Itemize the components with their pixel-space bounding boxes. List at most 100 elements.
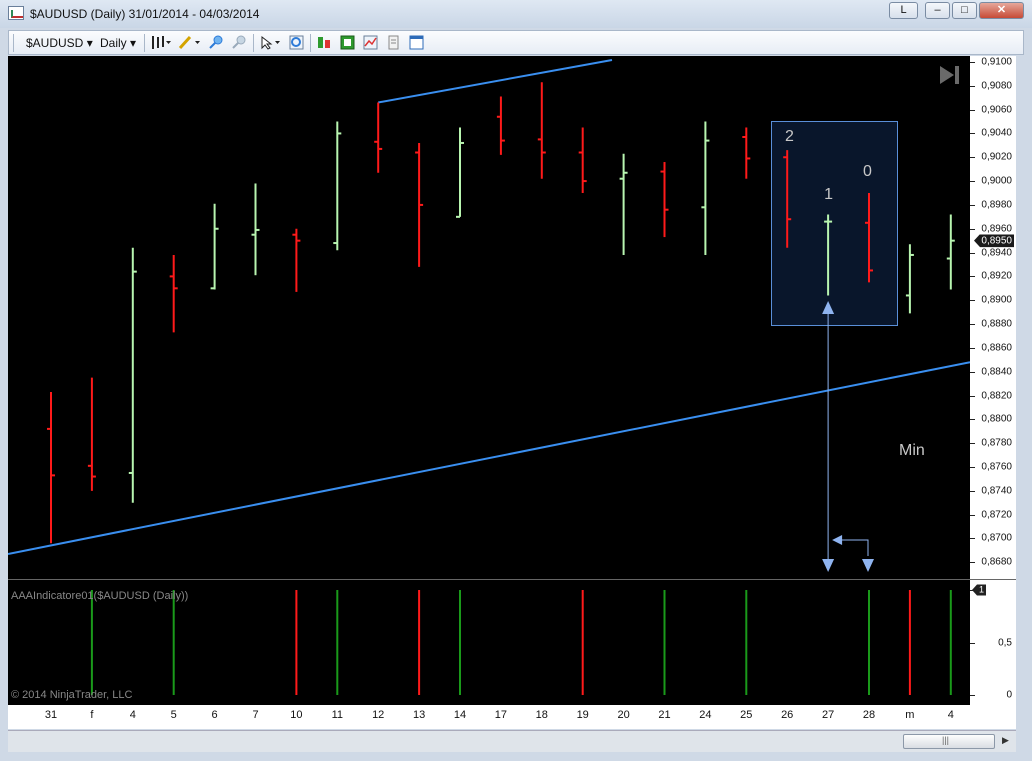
chart-toolbar: $AUDUSD ▾ Daily ▾ — [8, 30, 1024, 55]
date-tick-label: 4 — [947, 709, 954, 721]
ohlc-bar — [946, 214, 955, 290]
date-tick-label: 26 — [781, 709, 794, 721]
instrument-label: $AUDUSD — [26, 36, 84, 50]
price-tick-label: 0,8960 — [981, 223, 1012, 235]
ohlc-bar — [374, 102, 383, 173]
price-tick-label: 0,8780 — [981, 437, 1012, 449]
price-tick-mark — [970, 133, 975, 135]
price-tick-label: 0,8740 — [981, 485, 1012, 497]
price-tick-label: 0,9100 — [981, 56, 1012, 68]
date-tick-label: 14 — [453, 709, 467, 721]
period-label: Daily — [100, 36, 127, 50]
toolbar-grip — [13, 34, 14, 52]
order-entry-icon[interactable] — [317, 35, 332, 50]
date-tick-label: 31 — [44, 709, 58, 721]
price-tick-label: 0,9020 — [981, 151, 1012, 163]
price-tick-label: 0,9080 — [981, 80, 1012, 92]
price-tick-mark — [970, 538, 975, 540]
date-tick-label: 28 — [862, 709, 876, 721]
ohlc-bar — [537, 82, 546, 179]
indicators-icon[interactable] — [363, 35, 378, 50]
indicator-panel[interactable]: AAAIndicatore01($AUDUSD (Daily)) © 2014 … — [8, 580, 970, 705]
date-tick-label: 6 — [211, 709, 218, 721]
date-tick-label: 7 — [252, 709, 259, 721]
date-tick-label: f — [90, 709, 94, 721]
date-tick-label: 5 — [170, 709, 177, 721]
date-tick-label: 11 — [331, 709, 344, 721]
draw-tool-icon[interactable] — [178, 35, 202, 50]
ohlc-bar — [415, 142, 424, 267]
price-tick-mark — [970, 181, 975, 183]
date-tick-label: m — [905, 709, 915, 721]
zoom-out-icon[interactable] — [231, 35, 246, 50]
minimize-button[interactable]: – — [925, 2, 950, 19]
strategies-icon[interactable] — [340, 35, 355, 50]
price-tick-mark — [970, 252, 975, 254]
count-label-2: 2 — [785, 128, 794, 145]
price-tick-mark — [970, 419, 975, 421]
cursor-mode-icon[interactable] — [259, 35, 283, 50]
date-tick-label: 27 — [821, 709, 835, 721]
price-tick-mark — [970, 228, 975, 230]
date-tick-label: 18 — [535, 709, 548, 721]
min-label: Min — [899, 442, 925, 459]
price-tick-mark — [970, 109, 975, 111]
price-tick-label: 0,8840 — [981, 366, 1012, 378]
close-button[interactable]: ✕ — [979, 2, 1024, 19]
scrollbar-thumb[interactable] — [903, 734, 995, 749]
ohlc-bar — [333, 121, 342, 251]
date-tick-label: 17 — [494, 709, 508, 721]
toolbar-separator — [144, 34, 145, 52]
zoom-in-icon[interactable] — [208, 35, 223, 50]
scroll-right-arrow-icon[interactable]: ▶ — [1002, 735, 1009, 746]
bar-type-icon[interactable] — [150, 35, 172, 50]
trendline — [8, 361, 970, 555]
maximize-button[interactable]: □ — [952, 2, 977, 19]
date-tick-label: 19 — [576, 709, 589, 721]
date-tick-label: 10 — [290, 709, 303, 721]
price-tick-mark — [970, 276, 975, 278]
price-tick-mark — [970, 467, 975, 468]
scroll-to-end-icon[interactable] — [938, 64, 962, 86]
price-tick-label: 0,9000 — [981, 175, 1012, 187]
date-tick-label: 24 — [699, 709, 712, 721]
price-tick-mark — [970, 324, 975, 326]
date-tick-label: 21 — [658, 709, 671, 721]
price-panel[interactable]: 2 1 0 Min — [8, 56, 970, 579]
ohlc-bar — [660, 162, 669, 238]
period-selector[interactable]: Daily ▾ — [100, 36, 136, 50]
price-tick-label: 0,8900 — [981, 294, 1012, 306]
count-label-1: 1 — [824, 186, 833, 203]
instrument-dropdown-icon: ▾ — [86, 36, 93, 50]
date-axis[interactable]: 31 f 4 5 6 7 10 11 12 13 14 17 18 19 20 21 24 25 26 27 28 m 4 — [8, 705, 1016, 729]
properties-icon[interactable] — [409, 35, 424, 50]
link-button[interactable]: L — [889, 2, 918, 19]
arrow-left-icon — [832, 535, 843, 545]
price-tick-label: 0,8980 — [981, 199, 1012, 211]
price-tick-label: 0,8940 — [981, 247, 1012, 259]
ohlc-bar — [619, 153, 628, 255]
arrow-down-icon — [822, 559, 835, 572]
ohlc-bar — [456, 127, 464, 218]
price-tick-mark — [970, 371, 975, 373]
price-tick-label: 0,8760 — [981, 461, 1012, 473]
horizontal-scrollbar[interactable]: ▶ — [8, 730, 1016, 752]
indicator-tick-mark — [970, 642, 975, 644]
instrument-selector[interactable]: $AUDUSD ▾ — [26, 36, 93, 50]
date-tick-label: 20 — [617, 709, 630, 721]
ohlc-bar — [169, 254, 178, 333]
price-tick-mark — [970, 85, 975, 87]
date-tick-label: 12 — [372, 709, 385, 721]
price-tick-label: 0,8720 — [981, 509, 1012, 521]
indicator-axis[interactable]: 0 0,5 1 — [970, 580, 1016, 705]
price-tick-mark — [970, 204, 975, 206]
price-chart — [8, 59, 970, 572]
indicator-tick-mark — [970, 695, 975, 696]
title-bar: $AUDUSD (Daily) 31/01/2014 - 04/03/2014 … — [0, 0, 1032, 28]
trendline — [378, 59, 613, 104]
price-tick-label: 0,8820 — [981, 390, 1012, 402]
price-axis[interactable]: 0,8680 0,8700 0,8720 0,8740 0,8760 0,8780 0,88… — [970, 56, 1016, 579]
magnifier-icon[interactable] — [289, 35, 304, 50]
highlight-box — [771, 121, 898, 326]
data-box-icon[interactable] — [386, 35, 401, 50]
